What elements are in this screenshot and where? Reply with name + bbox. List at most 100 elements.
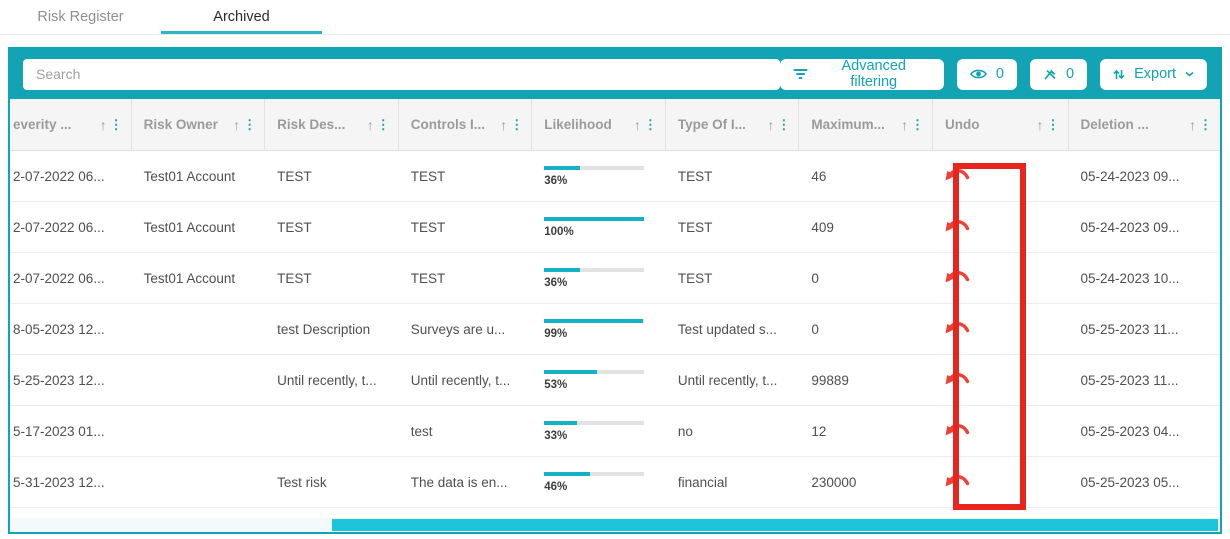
cell-owner: Test01 Account: [132, 202, 266, 252]
cell-undo: [933, 151, 1069, 201]
cell-maximum: 230000: [799, 457, 933, 507]
column-header-maximum[interactable]: Maximum...↑⋮: [799, 99, 933, 150]
search-input[interactable]: [23, 59, 780, 90]
undo-button[interactable]: [945, 166, 971, 186]
table-row[interactable]: 5-31-2023 12...Test riskThe data is en..…: [10, 457, 1220, 508]
column-menu-icon[interactable]: ⋮: [644, 117, 657, 133]
column-menu-icon[interactable]: ⋮: [110, 117, 123, 133]
cell-deletion: 05-24-2023 09...: [1068, 151, 1220, 201]
cell-deletion: 05-25-2023 05...: [1068, 457, 1220, 507]
pin-off-icon: [1043, 68, 1057, 81]
column-header-severity[interactable]: everity ...↑⋮: [10, 99, 132, 150]
likelihood-bar-fill: [544, 370, 597, 374]
advanced-filtering-label: Advanced filtering: [817, 58, 931, 90]
sort-ascending-icon[interactable]: ↑: [100, 117, 107, 133]
cell-likelihood: 33%: [532, 406, 666, 456]
sort-ascending-icon[interactable]: ↑: [767, 117, 774, 133]
table-row[interactable]: 8-05-2023 12...test DescriptionSurveys a…: [10, 304, 1220, 355]
filter-icon: [793, 68, 808, 80]
cell-undo: [933, 406, 1069, 456]
sort-ascending-icon[interactable]: ↑: [634, 117, 641, 133]
cell-likelihood: 100%: [532, 202, 666, 252]
cell-type: Test updated s...: [666, 304, 800, 354]
cell-severity: 5-17-2023 01...: [10, 406, 132, 456]
cell-maximum: 0: [799, 304, 933, 354]
sort-ascending-icon[interactable]: ↑: [233, 117, 240, 133]
cell-undo: [933, 457, 1069, 507]
export-button[interactable]: Export: [1100, 59, 1207, 90]
table-row[interactable]: 2-07-2022 06...Test01 AccountTESTTEST36%…: [10, 151, 1220, 202]
table-row[interactable]: 5-25-2023 12...Until recently, t...Until…: [10, 355, 1220, 406]
undo-button[interactable]: [945, 319, 971, 339]
column-header-undo[interactable]: Undo↑⋮: [933, 99, 1069, 150]
cell-likelihood: 36%: [532, 253, 666, 303]
toolbar-buttons: Advanced filtering 0 0: [780, 59, 1207, 90]
table-row[interactable]: 2-07-2022 06...Test01 AccountTESTTEST36%…: [10, 253, 1220, 304]
undo-button[interactable]: [945, 370, 971, 390]
cell-undo: [933, 253, 1069, 303]
undo-icon: [945, 273, 971, 288]
cell-maximum: 99889: [799, 355, 933, 405]
hidden-columns-button[interactable]: 0: [957, 59, 1017, 90]
column-header-controls[interactable]: Controls I...↑⋮: [399, 99, 533, 150]
likelihood-bar-fill: [544, 319, 643, 323]
horizontal-scrollbar[interactable]: [10, 518, 1220, 532]
column-header-type[interactable]: Type Of I... ↑⋮: [666, 99, 800, 150]
sort-ascending-icon[interactable]: ↑: [901, 117, 908, 133]
likelihood-bar: [544, 421, 644, 425]
column-header-owner[interactable]: Risk Owner↑⋮: [132, 99, 266, 150]
likelihood-percent: 46%: [544, 481, 567, 493]
hidden-columns-count: 0: [996, 66, 1004, 82]
cell-severity: 5-25-2023 12...: [10, 355, 132, 405]
column-header-likelihood[interactable]: Likelihood ↑⋮: [532, 99, 666, 150]
unpinned-columns-button[interactable]: 0: [1030, 59, 1087, 90]
column-menu-icon[interactable]: ⋮: [1047, 117, 1060, 133]
cell-controls: The data is en...: [399, 457, 533, 507]
likelihood-bar: [544, 319, 644, 323]
column-menu-icon[interactable]: ⋮: [510, 117, 523, 133]
cell-owner: [132, 457, 266, 507]
likelihood-bar-fill: [544, 472, 590, 476]
sort-ascending-icon[interactable]: ↑: [500, 117, 507, 133]
column-menu-icon[interactable]: ⋮: [911, 117, 924, 133]
cell-description: Test risk: [265, 457, 399, 507]
column-header-label: Likelihood: [544, 117, 612, 132]
sort-ascending-icon[interactable]: ↑: [1189, 117, 1196, 133]
column-header-deletion[interactable]: Deletion ...↑⋮: [1069, 99, 1221, 150]
undo-button[interactable]: [945, 472, 971, 492]
undo-button[interactable]: [945, 217, 971, 237]
cell-severity: 2-07-2022 06...: [10, 151, 132, 201]
cell-deletion: 05-24-2023 09...: [1068, 202, 1220, 252]
likelihood-percent: 33%: [544, 430, 567, 442]
advanced-filtering-button[interactable]: Advanced filtering: [780, 59, 944, 90]
undo-button[interactable]: [945, 421, 971, 441]
cell-controls: TEST: [399, 202, 533, 252]
column-menu-icon[interactable]: ⋮: [777, 117, 790, 133]
column-menu-icon[interactable]: ⋮: [243, 117, 256, 133]
column-header-label: Type Of I...: [678, 117, 746, 132]
tab-archived[interactable]: Archived: [161, 0, 322, 34]
cell-deletion: 05-24-2023 10...: [1068, 253, 1220, 303]
table-row[interactable]: 5-17-2023 01...test33%no1205-25-2023 04.…: [10, 406, 1220, 457]
cell-severity: 8-05-2023 12...: [10, 304, 132, 354]
column-header-label: Risk Des...: [277, 117, 345, 132]
sort-ascending-icon[interactable]: ↑: [367, 117, 374, 133]
tab-risk-register[interactable]: Risk Register: [0, 0, 161, 34]
column-header-description[interactable]: Risk Des... ↑⋮: [265, 99, 399, 150]
cell-severity: 2-07-2022 06...: [10, 202, 132, 252]
column-menu-icon[interactable]: ⋮: [377, 117, 390, 133]
cell-likelihood: 53%: [532, 355, 666, 405]
undo-button[interactable]: [945, 268, 971, 288]
cell-controls: Surveys are u...: [399, 304, 533, 354]
cell-type: Until recently, t...: [666, 355, 800, 405]
sort-ascending-icon[interactable]: ↑: [1037, 117, 1044, 133]
scrollbar-thumb[interactable]: [332, 519, 1218, 531]
cell-maximum: 0: [799, 253, 933, 303]
likelihood-bar: [544, 217, 644, 221]
cell-type: TEST: [666, 151, 800, 201]
cell-likelihood: 99%: [532, 304, 666, 354]
chevron-down-icon: [1185, 71, 1194, 77]
likelihood-bar: [544, 370, 644, 374]
column-menu-icon[interactable]: ⋮: [1199, 117, 1212, 133]
table-row[interactable]: 2-07-2022 06...Test01 AccountTESTTEST100…: [10, 202, 1220, 253]
